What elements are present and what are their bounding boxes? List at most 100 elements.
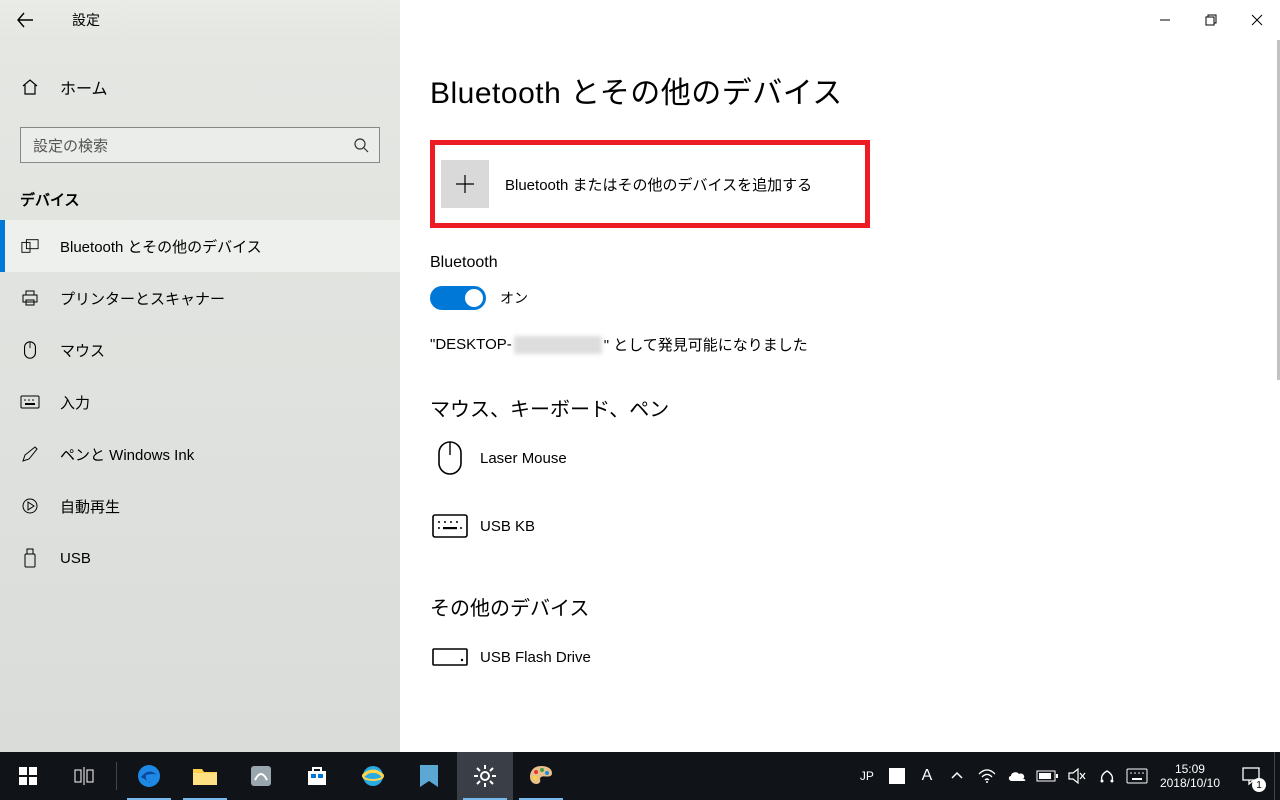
sidebar-home-label: ホーム — [60, 75, 108, 99]
tray-touch-keyboard[interactable] — [1122, 752, 1152, 800]
clock-date: 2018/10/10 — [1160, 776, 1220, 790]
taskbar-separator — [116, 762, 117, 790]
folder-icon — [192, 765, 218, 787]
content: Bluetooth とその他のデバイス Bluetooth またはその他のデバイ… — [400, 40, 1280, 752]
sidebar-item-label: マウス — [60, 340, 105, 361]
sidebar-item-bluetooth-devices[interactable]: Bluetooth とその他のデバイス — [0, 220, 400, 272]
window-title: 設定 — [72, 10, 100, 30]
keyboard-icon — [20, 395, 40, 409]
restore-icon — [1205, 14, 1217, 26]
mouse-icon — [430, 439, 470, 477]
sidebar-item-typing[interactable]: 入力 — [0, 376, 400, 428]
search-icon — [351, 137, 371, 153]
minimize-icon — [1159, 14, 1171, 26]
taskbar-app-generic1[interactable] — [233, 752, 289, 800]
ime-square-icon — [889, 768, 905, 784]
taskbar-clock[interactable]: 15:09 2018/10/10 — [1152, 762, 1228, 790]
section-mouse-keyboard-pen: マウス、キーボード、ペン — [430, 393, 1280, 422]
action-center-button[interactable]: 1 — [1228, 752, 1274, 800]
keyboard-icon — [430, 514, 470, 538]
show-desktop-button[interactable] — [1274, 752, 1280, 800]
mouse-icon — [20, 340, 40, 360]
bluetooth-label: Bluetooth — [430, 254, 1280, 272]
home-icon — [20, 78, 40, 96]
ime-language[interactable]: JP — [852, 752, 882, 800]
device-name: USB KB — [480, 518, 535, 535]
drive-icon — [430, 648, 470, 666]
taskbar-app-settings[interactable] — [457, 752, 513, 800]
sidebar-item-usb[interactable]: USB — [0, 532, 400, 584]
device-row[interactable]: Laser Mouse — [430, 436, 1280, 480]
edge-icon — [136, 763, 162, 789]
device-icon — [20, 238, 40, 254]
device-name: USB Flash Drive — [480, 649, 591, 666]
device-row[interactable]: USB KB — [430, 504, 1280, 548]
windows-logo-icon — [19, 767, 37, 785]
maximize-button[interactable] — [1188, 0, 1234, 40]
sidebar-item-autoplay[interactable]: 自動再生 — [0, 480, 400, 532]
redacted-hostname — [514, 336, 602, 354]
app-icon — [418, 763, 440, 789]
sidebar-home[interactable]: ホーム — [0, 65, 400, 109]
bluetooth-state-text: オン — [500, 288, 528, 308]
printer-icon — [20, 289, 40, 307]
device-name: Laser Mouse — [480, 450, 567, 467]
close-button[interactable] — [1234, 0, 1280, 40]
sidebar-item-label: 自動再生 — [60, 496, 120, 517]
sidebar-item-printers[interactable]: プリンターとスキャナー — [0, 272, 400, 324]
app-tray-icon — [1098, 767, 1116, 785]
taskbar-app-store[interactable] — [289, 752, 345, 800]
task-view-button[interactable] — [56, 752, 112, 800]
bluetooth-toggle[interactable] — [430, 286, 486, 310]
arrow-left-icon — [16, 11, 34, 29]
sidebar-item-label: 入力 — [60, 392, 90, 413]
gear-icon — [473, 764, 497, 788]
sidebar-item-mouse[interactable]: マウス — [0, 324, 400, 376]
discover-prefix: "DESKTOP- — [430, 336, 512, 353]
section-other-devices: その他のデバイス — [430, 592, 1280, 621]
sidebar-item-pen[interactable]: ペンと Windows Ink — [0, 428, 400, 480]
taskbar-app-ie[interactable] — [345, 752, 401, 800]
sidebar-category: デバイス — [0, 175, 400, 220]
app-icon — [249, 764, 273, 788]
sidebar: ホーム 設定の検索 デバイス Bluetooth とその他のデバイス — [0, 40, 400, 752]
taskbar: JP A 15:09 — [0, 752, 1280, 800]
chevron-up-icon — [950, 769, 964, 783]
touch-keyboard-icon — [1126, 768, 1148, 784]
taskbar-app-paint[interactable] — [513, 752, 569, 800]
ie-icon — [360, 763, 386, 789]
close-icon — [1251, 14, 1263, 26]
cloud-icon — [1007, 769, 1027, 783]
taskbar-app-explorer[interactable] — [177, 752, 233, 800]
discoverable-text: "DESKTOP- " として発見可能になりました — [430, 334, 1280, 355]
search-input[interactable]: 設定の検索 — [20, 127, 380, 163]
palette-icon — [528, 764, 554, 788]
sidebar-item-label: Bluetooth とその他のデバイス — [60, 236, 262, 257]
search-placeholder: 設定の検索 — [33, 135, 351, 156]
tray-app[interactable] — [1092, 752, 1122, 800]
tray-wifi[interactable] — [972, 752, 1002, 800]
taskbar-app-edge[interactable] — [121, 752, 177, 800]
tray-volume[interactable] — [1062, 752, 1092, 800]
back-button[interactable] — [0, 0, 50, 40]
tray-overflow-button[interactable] — [942, 752, 972, 800]
battery-icon — [1036, 770, 1058, 782]
plus-icon — [441, 160, 489, 208]
notification-badge: 1 — [1252, 778, 1266, 792]
volume-mute-icon — [1068, 768, 1086, 784]
sidebar-item-label: ペンと Windows Ink — [60, 444, 194, 465]
add-device-label: Bluetooth またはその他のデバイスを追加する — [505, 174, 812, 195]
start-button[interactable] — [0, 752, 56, 800]
store-icon — [305, 764, 329, 788]
tray-onedrive[interactable] — [1002, 752, 1032, 800]
minimize-button[interactable] — [1142, 0, 1188, 40]
taskbar-app-generic2[interactable] — [401, 752, 457, 800]
ime-indicator[interactable] — [882, 752, 912, 800]
wifi-icon — [978, 768, 996, 784]
ime-mode[interactable]: A — [912, 752, 942, 800]
add-device-button[interactable]: Bluetooth またはその他のデバイスを追加する — [430, 140, 870, 228]
device-row[interactable]: USB Flash Drive — [430, 635, 1280, 679]
page-title: Bluetooth とその他のデバイス — [430, 68, 1280, 112]
tray-battery[interactable] — [1032, 752, 1062, 800]
clock-time: 15:09 — [1175, 762, 1205, 776]
